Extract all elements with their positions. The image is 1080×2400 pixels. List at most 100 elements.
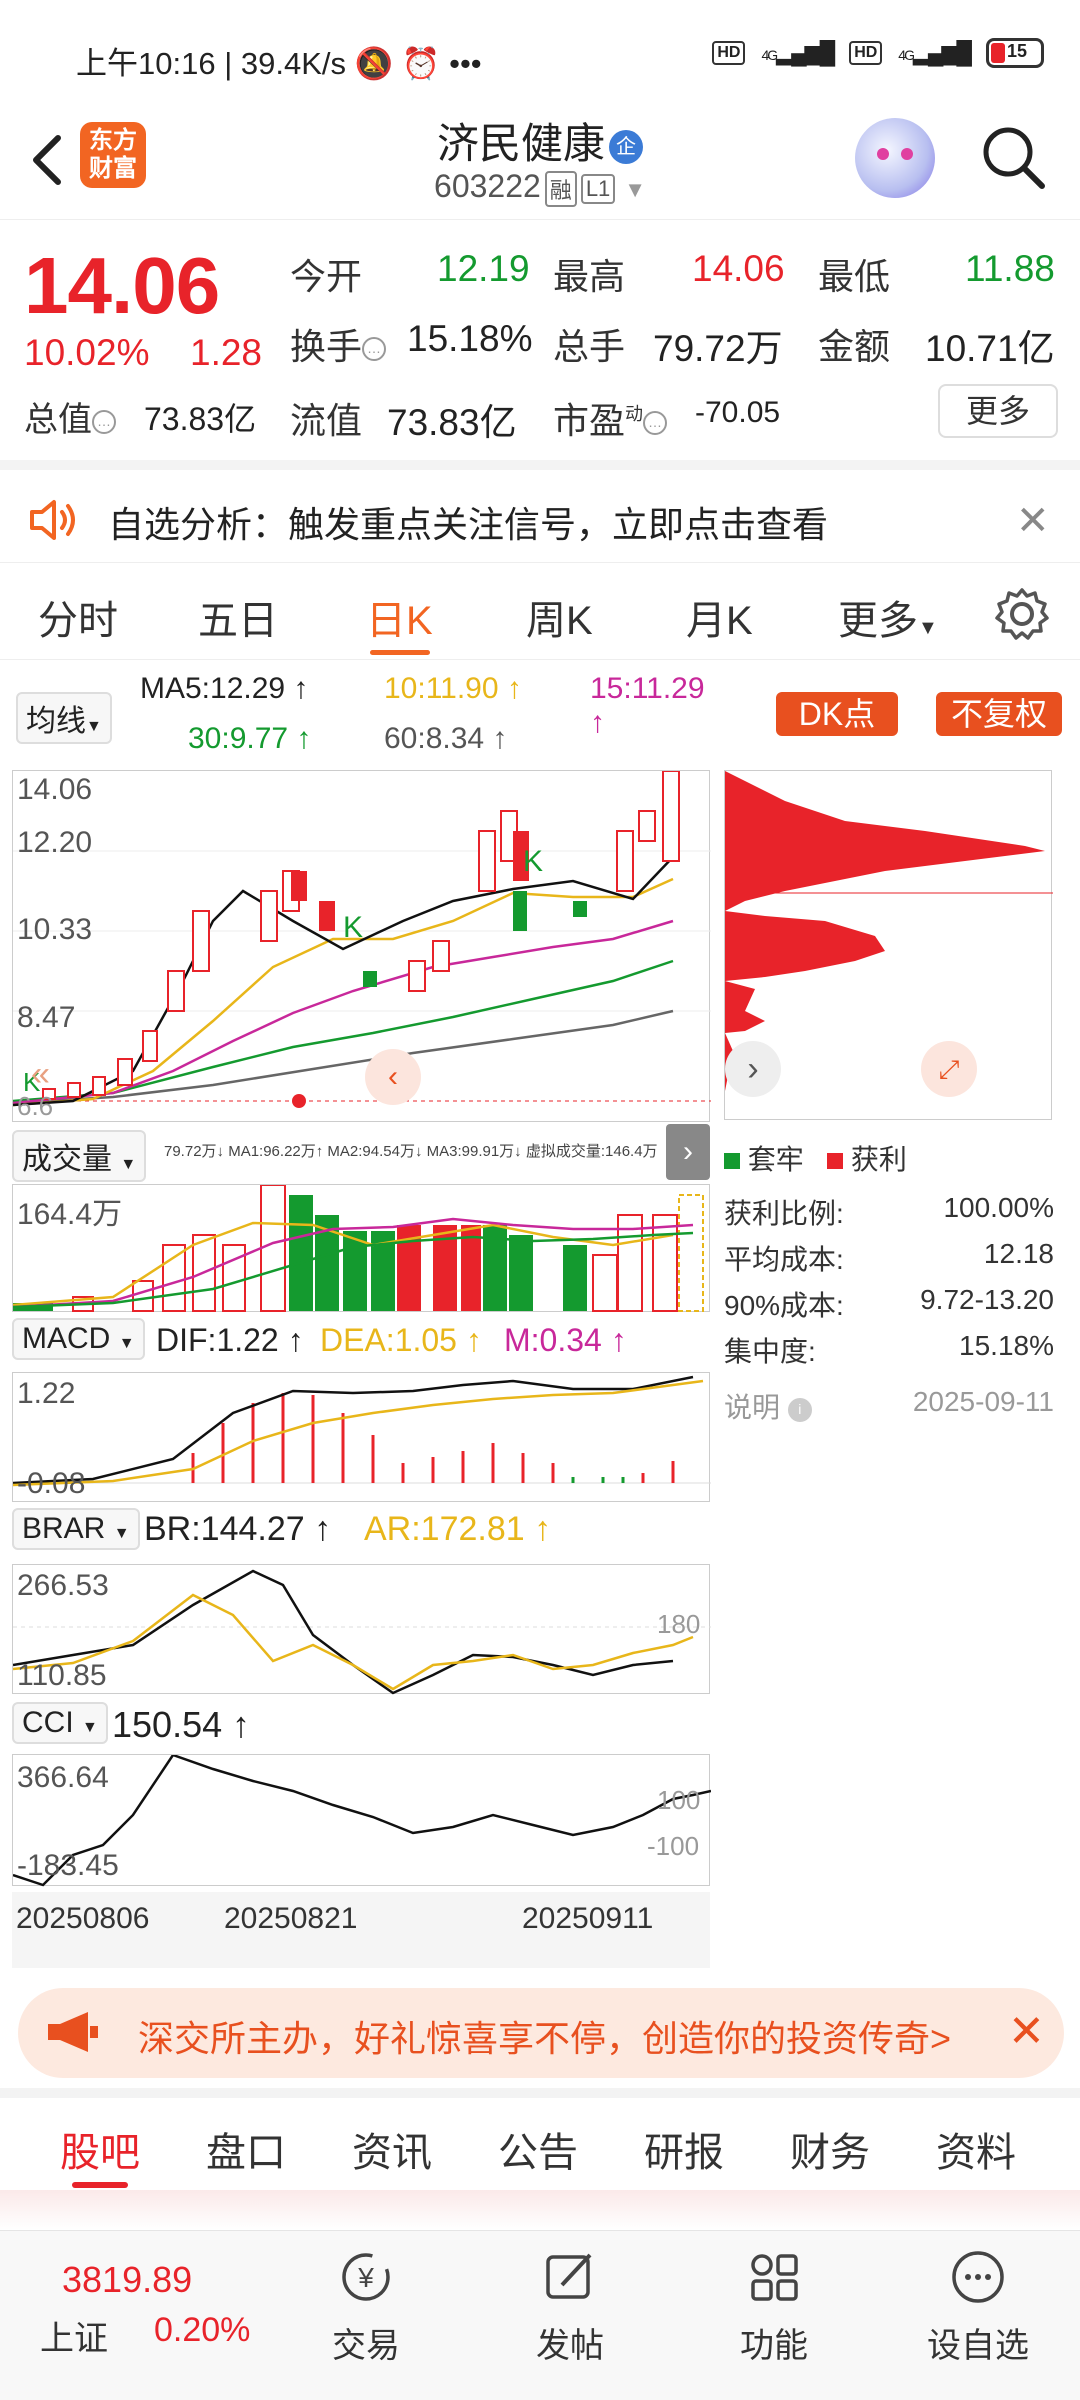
chip-note-row[interactable]: 说明 i 2025-09-11 xyxy=(724,1386,1054,1426)
expand-icon[interactable]: ⤢ xyxy=(921,1041,977,1097)
hd-badge-1: HD xyxy=(712,41,746,65)
chip-row-avg-cost: 平均成本: 12.18 xyxy=(724,1238,1054,1275)
more-quote-button[interactable]: 更多 xyxy=(938,384,1058,438)
tab-minute[interactable]: 分时 xyxy=(38,588,118,646)
kline-chart[interactable]: K K K 14.06 12.20 10.33 8.47 6.6 « ‹ xyxy=(12,770,711,1122)
more-circle-icon xyxy=(952,2251,1004,2303)
more-dots-icon: ••• xyxy=(449,46,482,81)
functions-button[interactable]: 功能 xyxy=(704,2247,844,2367)
tab-monthly-k[interactable]: 月K xyxy=(686,588,753,646)
macd-chart[interactable]: 1.22 -0.08 xyxy=(12,1372,711,1502)
active-tab-indicator xyxy=(72,2182,128,2188)
stock-header: 东方 财富 济民健康企 603222 融 L1 ▼ xyxy=(0,110,1080,220)
change-amount: 1.28 xyxy=(190,332,263,373)
ma-selector[interactable]: 均线▼ xyxy=(16,692,112,744)
post-button[interactable]: 发帖 xyxy=(500,2247,640,2367)
battery-level: 15 xyxy=(1007,41,1028,61)
chevron-left-icon[interactable]: ‹ xyxy=(365,1049,421,1105)
scroll-left-icon[interactable]: « xyxy=(31,1055,50,1094)
mktcap-value: 73.83亿 xyxy=(144,401,257,437)
low-label: 最低 xyxy=(818,256,891,297)
high-value: 14.06 xyxy=(692,248,785,289)
tab-announcements[interactable]: 公告 xyxy=(498,2120,578,2178)
float-label: 流值 xyxy=(290,400,363,441)
tab-weekly-k[interactable]: 周K xyxy=(526,588,593,646)
ma10-value: 10:11.90 ↑ xyxy=(384,672,522,705)
macd-y-top: 1.22 xyxy=(17,1377,76,1410)
dropdown-triangle-icon: ▼ xyxy=(918,617,938,639)
tab-research[interactable]: 研报 xyxy=(644,2120,724,2178)
period-tabs: 分时 五日 日K 周K 月K 更多▼ xyxy=(0,570,1080,660)
volume-label: 总手 xyxy=(553,326,626,367)
tab-profile[interactable]: 资料 xyxy=(936,2120,1016,2178)
add-watchlist-button[interactable]: 设自选 xyxy=(908,2247,1048,2367)
date-axis: 20250806 20250821 20250911 xyxy=(12,1892,710,1968)
chevron-right-icon[interactable]: › xyxy=(725,1041,781,1097)
tab-financials[interactable]: 财务 xyxy=(790,2120,870,2178)
tab-forum[interactable]: 股吧 xyxy=(60,2120,140,2178)
tab-daily-k[interactable]: 日K xyxy=(366,588,433,646)
amount-label: 金额 xyxy=(818,326,891,367)
ma-legend-row: 均线▼ MA5:12.29 ↑ 10:11.90 ↑ 15:11.29 ↑ 30… xyxy=(0,662,720,762)
macd-dea: DEA:1.05 ↑ xyxy=(320,1322,482,1358)
gear-icon[interactable] xyxy=(992,584,1052,644)
volume-chart[interactable]: 164.4万 xyxy=(12,1184,710,1312)
cci-selector[interactable]: CCI ▼ xyxy=(12,1702,108,1744)
low-value: 11.88 xyxy=(965,248,1055,289)
ad-banner[interactable]: 深交所主办，好礼惊喜享不停，创造你的投资传奇> ✕ xyxy=(18,1988,1064,2078)
ad-text: 深交所主办，好礼惊喜享不停，创造你的投资传奇> xyxy=(138,2018,952,2059)
volume-y-top: 164.4万 xyxy=(17,1198,123,1231)
cci-chart[interactable]: 366.64 -183.45 100 -100 xyxy=(12,1753,712,1887)
info-icon[interactable]: … xyxy=(643,411,668,436)
tab-orderbook[interactable]: 盘口 xyxy=(206,2120,286,2178)
brar-chart[interactable]: 266.53 110.85 180 xyxy=(12,1564,711,1695)
search-icon[interactable] xyxy=(978,122,1048,192)
bottom-bar: 3819.89 上证 0.20% ¥ 交易 发帖 功能 设自选 xyxy=(0,2230,1080,2400)
tab-five-day[interactable]: 五日 xyxy=(198,588,278,646)
macd-selector[interactable]: MACD ▼ xyxy=(12,1318,145,1360)
tab-more[interactable]: 更多▼ xyxy=(838,588,938,646)
signal-icon-1: 4G▂▄▆█ xyxy=(761,40,835,65)
pe-label: 市盈动… xyxy=(553,392,668,444)
status-left: 上午10:16 | 39.4K/s 🔕 ⏰ ••• xyxy=(76,46,482,81)
brar-selector[interactable]: BRAR ▼ xyxy=(12,1508,140,1550)
divider xyxy=(0,562,1080,563)
ma30-value: 30:9.77 ↑ xyxy=(188,722,312,755)
change-percent: 10.02% xyxy=(24,332,150,373)
chip-distribution-chart[interactable]: › ⤢ xyxy=(724,770,1053,1120)
notice-text: 自选分析：触发重点关注信号，立即点击查看 xyxy=(108,504,829,545)
amount-value: 10.71亿 xyxy=(925,328,1055,369)
net-speed: 39.4K/s xyxy=(240,46,346,81)
float-value: 73.83亿 xyxy=(387,402,517,443)
open-value: 12.19 xyxy=(437,248,530,289)
margin-tag: 融 xyxy=(544,170,577,207)
dk-point-button[interactable]: DK点 xyxy=(776,692,898,736)
svg-text:K: K xyxy=(343,911,363,944)
volume-legend: 79.72万↓ MA1:96.22万↑ MA2:94.54万↓ MA3:99.9… xyxy=(164,1143,658,1160)
status-right: HD 4G▂▄▆█ HD 4G▂▄▆█ 15 xyxy=(712,38,1044,68)
macd-svg xyxy=(12,1375,711,1487)
info-icon[interactable]: … xyxy=(92,410,116,435)
edit-icon xyxy=(546,2253,592,2299)
date-label-3: 20250911 xyxy=(522,1902,654,1935)
ma15-value: 15:11.29 ↑ xyxy=(590,672,705,739)
trade-button[interactable]: ¥ 交易 xyxy=(296,2247,436,2367)
content-preview xyxy=(0,2190,1080,2230)
open-label: 今开 xyxy=(290,256,363,297)
turnover-label: 换手… xyxy=(290,318,387,370)
chevron-right-icon[interactable]: › xyxy=(666,1124,710,1180)
no-adjust-button[interactable]: 不复权 xyxy=(936,692,1062,736)
close-icon[interactable]: ✕ xyxy=(1008,2006,1045,2057)
volume-selector[interactable]: 成交量 ▼ xyxy=(12,1130,147,1182)
volume-value: 79.72万 xyxy=(653,328,783,369)
assistant-robot-avatar[interactable] xyxy=(855,118,935,198)
brar-ref: 180 xyxy=(657,1609,701,1639)
kline-y-label-bottom: 6.6 xyxy=(17,1091,54,1121)
info-icon[interactable]: … xyxy=(362,337,387,362)
ma5-value: MA5:12.29 ↑ xyxy=(140,672,309,705)
notice-bar[interactable]: 自选分析：触发重点关注信号，立即点击查看 ✕ xyxy=(0,470,1080,570)
chip-legend: 套牢 获利 xyxy=(724,1138,907,1178)
tab-news[interactable]: 资讯 xyxy=(352,2120,432,2178)
close-icon[interactable]: ✕ xyxy=(1016,498,1050,544)
quote-panel: 14.06 10.02% 1.28 今开 12.19 最高 14.06 最低 1… xyxy=(0,222,1080,460)
